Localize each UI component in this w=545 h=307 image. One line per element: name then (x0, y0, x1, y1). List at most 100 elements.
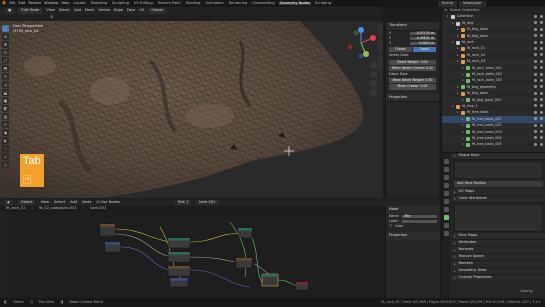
normals-section[interactable]: ▸ Normals (451, 247, 545, 254)
node-name-field[interactable]: Mix (402, 214, 437, 218)
navigation-gizmo-icon[interactable] (344, 26, 378, 60)
camera-icon[interactable] (540, 15, 543, 18)
geometry-data-section[interactable]: ▸ Geometry Data (451, 268, 545, 275)
eye-icon[interactable] (534, 117, 537, 121)
color-attributes-section[interactable]: ▾ Color Attributes (451, 196, 545, 203)
node-section[interactable]: Node (386, 206, 440, 214)
node-properties-section[interactable]: Properties (386, 232, 440, 240)
node-color-row[interactable]: ☐ Color (386, 224, 440, 229)
shear-tool-icon[interactable]: ▱ (2, 153, 9, 160)
vertex-bevel-weight-field[interactable]: Bevel Weight: 0.00 (389, 59, 436, 65)
eye-icon[interactable] (534, 59, 537, 63)
blender-logo-icon[interactable]: ◉ (2, 1, 6, 6)
expand-arrow-icon[interactable]: ▸ (462, 66, 464, 70)
eye-icon[interactable] (534, 136, 537, 140)
eye-icon[interactable] (534, 66, 537, 70)
rip-tool-icon[interactable]: ◇ (2, 161, 9, 168)
sidebar-tab-view[interactable] (378, 56, 383, 70)
camera-icon[interactable] (540, 34, 543, 38)
scene-tab-icon[interactable] (443, 183, 449, 188)
menu-help[interactable]: Help (61, 1, 69, 6)
menu-select[interactable]: Select (59, 9, 70, 13)
object-tab-icon[interactable] (443, 199, 449, 204)
eye-icon[interactable] (534, 78, 537, 82)
camera-icon[interactable] (540, 110, 543, 114)
face-maps-section[interactable]: ▸ Face Maps (451, 233, 545, 240)
expand-arrow-icon[interactable]: ▸ (457, 27, 459, 31)
node-canvas[interactable] (0, 212, 385, 298)
expand-arrow-icon[interactable]: ▸ (462, 136, 464, 140)
inset-tool-icon[interactable]: ▣ (2, 97, 9, 104)
menu-vertex[interactable]: Vertex (98, 9, 110, 13)
eye-icon[interactable] (534, 104, 537, 108)
eye-icon[interactable] (534, 123, 537, 127)
uv-maps-section[interactable]: ▸ UV Maps (451, 189, 545, 196)
move-tool-icon[interactable]: ✥ (2, 41, 9, 48)
node-menu-select[interactable]: Select (54, 200, 65, 205)
render-tab-icon[interactable] (443, 167, 449, 172)
camera-icon[interactable] (540, 136, 543, 140)
mesh-data-tab-icon[interactable] (443, 215, 449, 220)
sidebar-tab-tool[interactable] (378, 40, 383, 54)
expand-arrow-icon[interactable]: ▸ (452, 104, 454, 108)
expand-arrow-icon[interactable]: ▸ (452, 21, 454, 25)
local-toggle[interactable]: Local (413, 47, 436, 53)
texture-tab-icon[interactable] (443, 231, 449, 236)
rotate-tool-icon[interactable]: ↻ (2, 49, 9, 56)
shader-type-selector[interactable]: Object (17, 199, 36, 206)
tab-layout[interactable]: Layout (73, 1, 87, 6)
menu-file[interactable]: File (9, 1, 15, 6)
camera-icon[interactable] (540, 21, 543, 25)
camera-icon[interactable] (540, 98, 543, 102)
expand-arrow-icon[interactable]: ▸ (457, 53, 459, 57)
camera-view-icon[interactable] (370, 80, 377, 87)
expand-arrow-icon[interactable]: ▸ (457, 34, 459, 38)
edge-bevel-weight-field[interactable]: Mean Bevel Weight: 0.00 (389, 78, 436, 84)
menu-uv[interactable]: UV (139, 9, 144, 13)
loopcut-tool-icon[interactable]: ▥ (2, 113, 9, 120)
tab-rendering[interactable]: Rendering (228, 1, 248, 6)
expand-arrow-icon[interactable]: ▸ (457, 59, 459, 63)
cursor-tool-icon[interactable]: ⊕ (2, 33, 9, 40)
edge-crease-field[interactable]: Mean Crease: 0.00 (389, 84, 436, 90)
camera-icon[interactable] (540, 66, 543, 70)
add-rest-position-checkbox[interactable]: Add Rest Position (454, 181, 543, 187)
menu-render[interactable]: Render (28, 1, 41, 6)
expand-arrow-icon[interactable]: ▸ (462, 72, 464, 76)
menu-edge[interactable]: Edge (114, 9, 123, 13)
tab-animation[interactable]: Animation (204, 1, 224, 6)
tab-compositing[interactable]: Compositing (251, 1, 276, 6)
tab-shading[interactable]: Shading (185, 1, 202, 6)
node-label-field[interactable] (401, 219, 437, 223)
expand-arrow-icon[interactable]: ▸ (462, 123, 464, 127)
expand-arrow-icon[interactable]: ▸ (462, 142, 464, 146)
scale-tool-icon[interactable]: ⤢ (2, 57, 9, 64)
editor-type-button[interactable]: ▣ (5, 8, 15, 14)
tab-geometry-nodes[interactable]: Geometry Nodes (278, 1, 311, 6)
properties-section[interactable]: Properties (386, 93, 439, 103)
mode-selector[interactable]: Edit Mode (18, 8, 43, 14)
outliner-filter-icon[interactable]: ▾ (445, 8, 447, 13)
camera-icon[interactable] (540, 27, 543, 31)
measure-tool-icon[interactable]: ⊿ (2, 81, 9, 88)
tab-sculpting[interactable]: Sculpting (111, 1, 130, 6)
spin-tool-icon[interactable]: ◐ (2, 137, 9, 144)
remesh-section[interactable]: ▸ Remesh (451, 261, 545, 268)
custom-properties-section[interactable]: ▸ Custom Properties (451, 275, 545, 282)
x-field[interactable]: -0.07133 m (410, 31, 436, 35)
eye-icon[interactable] (534, 91, 537, 95)
expand-arrow-icon[interactable]: ▸ (457, 91, 459, 95)
expand-arrow-icon[interactable]: ▸ (462, 78, 464, 82)
shape-keys-list[interactable] (454, 161, 543, 179)
camera-icon[interactable] (540, 123, 543, 127)
expand-arrow-icon[interactable]: ▸ (462, 130, 464, 134)
annotate-tool-icon[interactable]: ✎ (2, 73, 9, 80)
menu-add[interactable]: Add (74, 9, 81, 13)
eye-icon[interactable] (534, 72, 537, 76)
world-tab-icon[interactable] (443, 191, 449, 196)
eye-icon[interactable] (534, 40, 537, 44)
camera-icon[interactable] (540, 130, 543, 134)
tab-texture-paint[interactable]: Texture Paint (157, 1, 182, 6)
eye-icon[interactable] (534, 27, 537, 31)
bevel-tool-icon[interactable]: ◩ (2, 105, 9, 112)
